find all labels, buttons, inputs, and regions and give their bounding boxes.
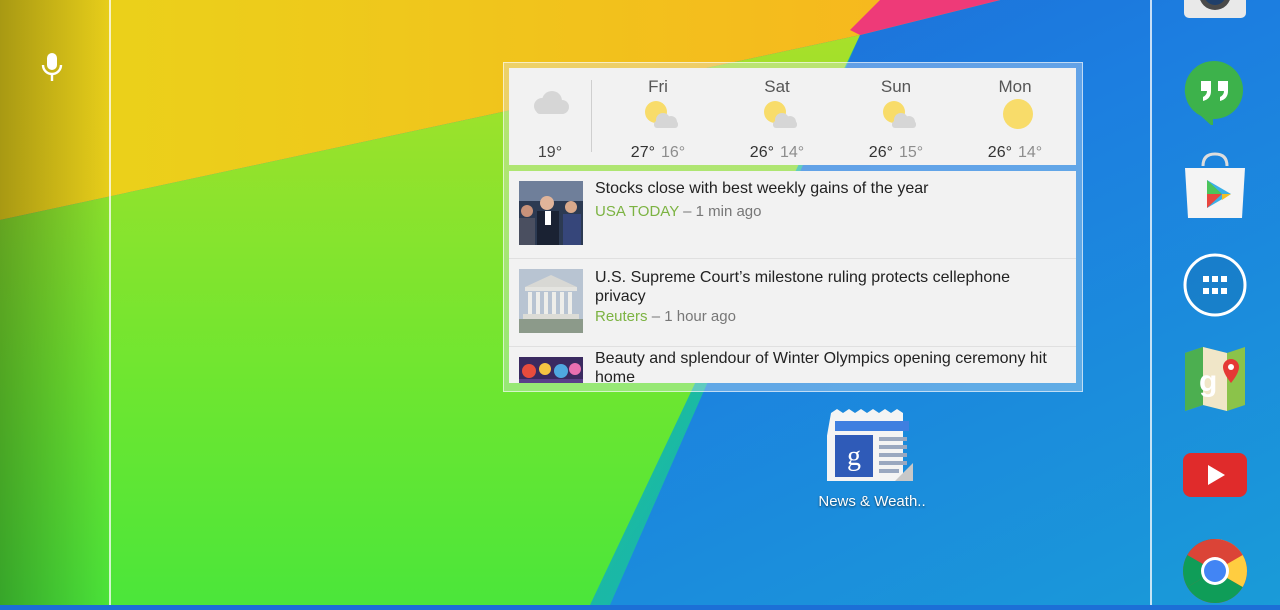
news-weather-widget[interactable]: 19° Fri 27° 16° Sat 26° 14° Sun 26° 15° …	[503, 62, 1083, 392]
forecast-day[interactable]: Sun 26° 15°	[837, 68, 955, 165]
news-list[interactable]: Stocks close with best weekly gains of t…	[509, 171, 1076, 383]
forecast-low: 16°	[661, 144, 686, 161]
hangouts-icon[interactable]	[1181, 57, 1249, 127]
forecast-day[interactable]: Mon 26° 14°	[956, 68, 1074, 165]
home-screen-right-guide	[1150, 0, 1152, 605]
news-meta: Reuters – 1 hour ago	[595, 308, 736, 325]
forecast-temps: 26° 14°	[956, 144, 1074, 162]
news-item[interactable]: U.S. Supreme Court’s milestone ruling pr…	[509, 259, 1076, 346]
forecast-high: 26°	[749, 144, 774, 161]
forecast-high: 27°	[630, 144, 655, 161]
forecast-temps: 26° 15°	[837, 144, 955, 162]
play-store-icon[interactable]	[1181, 152, 1249, 220]
news-weather-app-label[interactable]: News & Weath..	[800, 493, 944, 510]
cloudy-icon	[528, 90, 572, 123]
news-headline: Stocks close with best weekly gains of t…	[595, 180, 929, 197]
forecast-low: 14°	[780, 144, 805, 161]
news-time: – 1 min ago	[683, 203, 762, 220]
news-headline: U.S. Supreme Court’s milestone ruling pr…	[595, 269, 1011, 305]
news-item[interactable]: Stocks close with best weekly gains of t…	[509, 171, 1076, 258]
news-time: – 1 hour ago	[651, 308, 736, 325]
weather-forecast[interactable]: 19° Fri 27° 16° Sat 26° 14° Sun 26° 15° …	[509, 68, 1076, 165]
forecast-day[interactable]: Sat 26° 14°	[718, 68, 836, 165]
news-meta: USA TODAY – 1 min ago	[595, 203, 762, 220]
maps-icon[interactable]: g	[1181, 345, 1249, 413]
microphone-icon[interactable]	[36, 50, 68, 86]
news-source: USA TODAY	[595, 203, 679, 220]
weather-divider	[591, 80, 592, 152]
forecast-high: 26°	[987, 144, 1012, 161]
news-headline: Beauty and splendour of Winter Olympics …	[595, 350, 1047, 383]
forecast-day-name: Fri	[648, 77, 668, 96]
app-drawer-icon[interactable]	[1181, 251, 1249, 319]
current-weather[interactable]: 19°	[509, 68, 591, 165]
forecast-day-name: Sun	[880, 77, 912, 96]
home-screen-left-guide	[109, 0, 111, 605]
forecast-day-name: Mon	[998, 77, 1032, 96]
partly-cloudy-icon	[877, 98, 919, 135]
news-thumbnail	[519, 357, 583, 383]
svg-text:g: g	[847, 441, 861, 472]
news-item[interactable]: Beauty and splendour of Winter Olympics …	[509, 347, 1076, 383]
sunny-icon	[996, 98, 1038, 135]
forecast-low: 15°	[899, 144, 924, 161]
news-source: Reuters	[595, 308, 648, 325]
forecast-day[interactable]: Fri 27° 16°	[599, 68, 717, 165]
current-temperature: 19°	[537, 144, 563, 161]
camera-icon[interactable]	[1181, 0, 1249, 40]
partly-cloudy-icon	[758, 98, 800, 135]
chrome-icon[interactable]	[1181, 537, 1249, 605]
forecast-temps: 26° 14°	[718, 144, 836, 162]
news-thumbnail	[519, 181, 583, 245]
partly-cloudy-icon	[639, 98, 681, 135]
forecast-day-name: Sat	[764, 77, 790, 96]
news-weather-app-icon[interactable]: g	[819, 407, 917, 485]
news-thumbnail	[519, 269, 583, 333]
forecast-low: 14°	[1018, 144, 1043, 161]
forecast-high: 26°	[868, 144, 893, 161]
svg-text:g: g	[1199, 365, 1217, 398]
forecast-temps: 27° 16°	[599, 144, 717, 162]
youtube-icon[interactable]	[1181, 441, 1249, 509]
